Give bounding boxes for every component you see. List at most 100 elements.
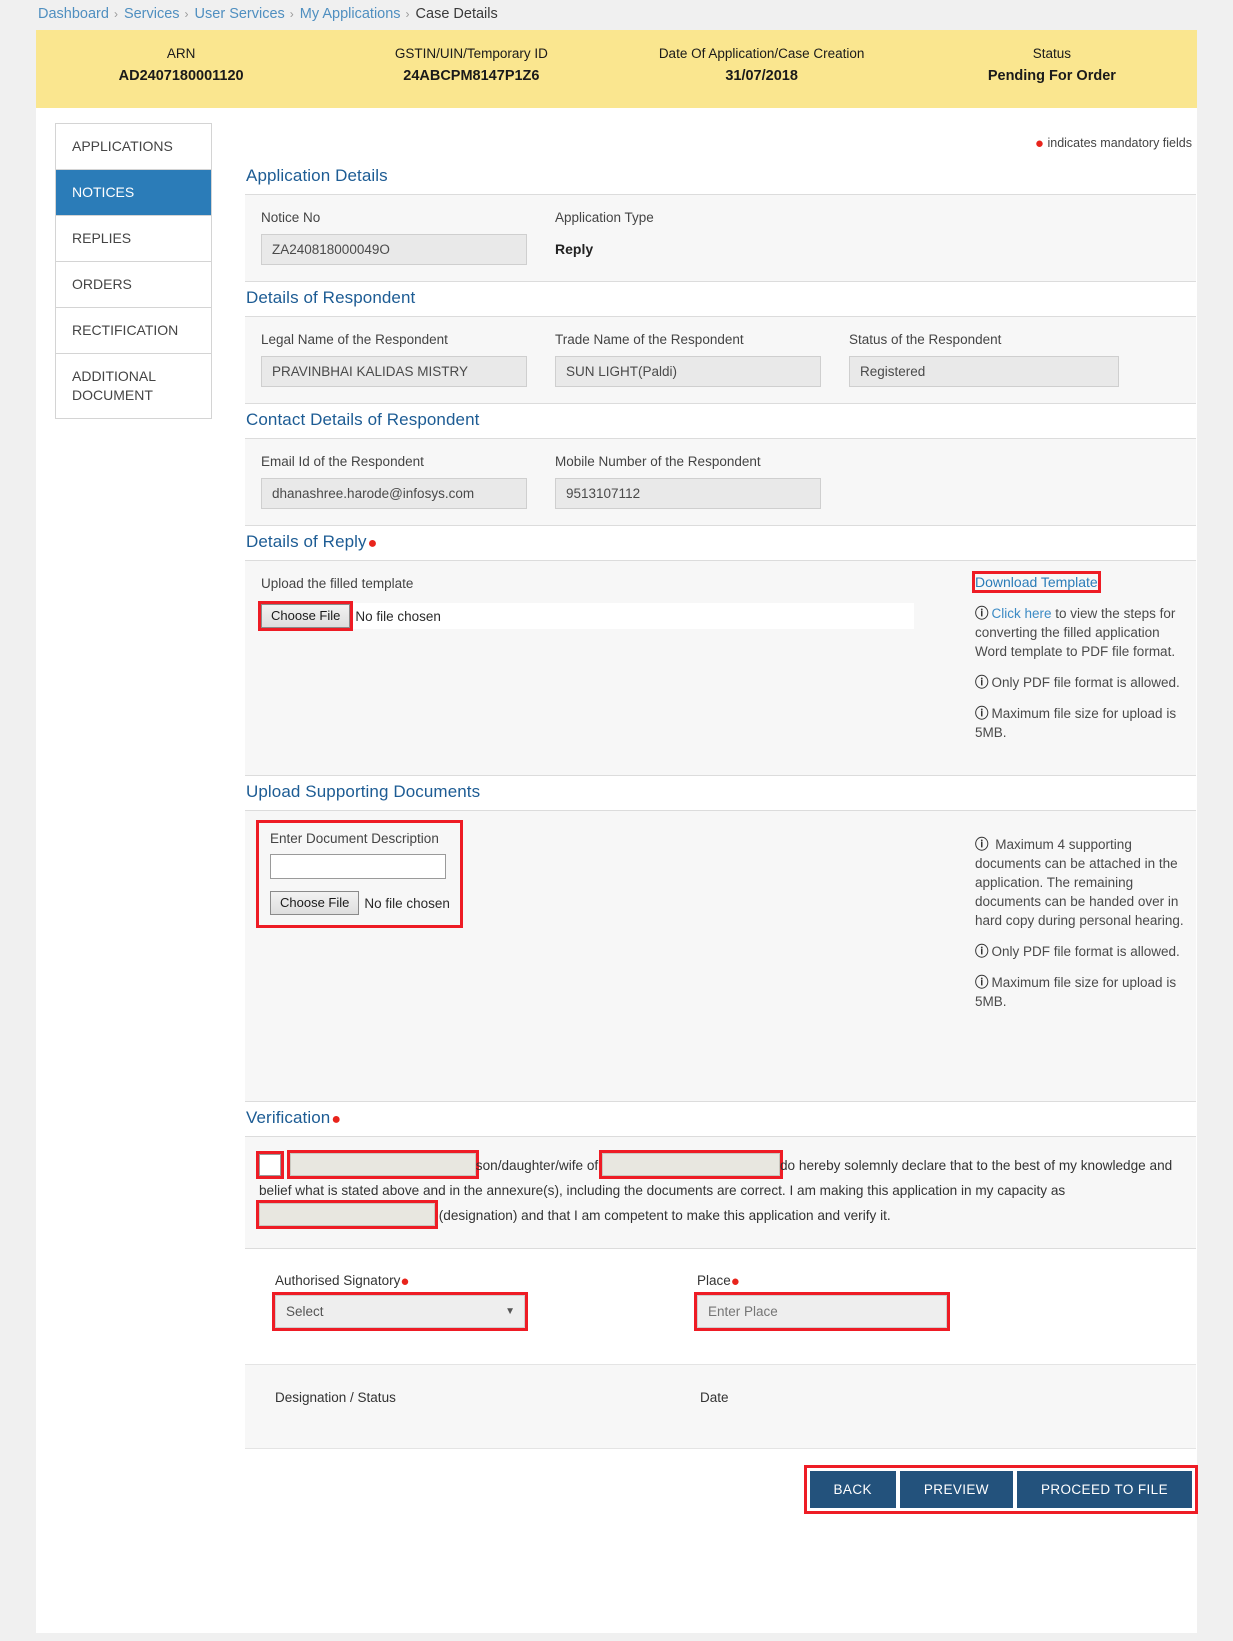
label-notice-no: Notice No [261,209,527,227]
place-input[interactable] [697,1295,947,1328]
breadcrumb-separator: › [185,7,189,21]
mandatory-dot-icon: ● [400,1273,409,1290]
field-notice-no: Notice No ZA240818000049O [261,209,527,265]
verification-relation-input[interactable] [602,1153,780,1176]
click-here-link[interactable]: Click here [992,606,1052,621]
value-legal-name: PRAVINBHAI KALIDAS MISTRY [261,356,527,387]
action-buttons-group: BACK PREVIEW PROCEED TO FILE [807,1468,1195,1511]
verification-part4: (designation) and that I am competent to… [439,1208,891,1223]
label-upload-template: Upload the filled template [261,575,963,593]
section-title-supporting-documents: Upload Supporting Documents [245,776,1196,810]
supporting-file-input-row[interactable]: Choose File No file chosen [270,891,450,915]
summary-value-gstin: 24ABCPM8147P1Z6 [326,66,616,86]
preview-button[interactable]: PREVIEW [900,1471,1013,1508]
info-icon: ⓘ [975,837,989,852]
supporting-info-max-docs-text: Maximum 4 supporting documents can be at… [975,837,1184,928]
breadcrumb-item-dashboard[interactable]: Dashboard [38,6,109,22]
sidebar-item-replies[interactable]: REPLIES [56,216,211,262]
info-icon: ⓘ [975,975,989,990]
sidebar-item-applications[interactable]: APPLICATIONS [56,124,211,170]
document-description-input[interactable] [270,854,446,879]
verification-checkbox[interactable] [259,1154,281,1176]
document-description-block: Enter Document Description Choose File N… [259,823,460,925]
reply-info-max-size-text: Maximum file size for upload is 5MB. [975,706,1176,740]
verification-designation-input[interactable] [259,1203,435,1226]
value-mobile: 9513107112 [555,478,821,509]
reply-file-input-row[interactable]: Choose File No file chosen [261,603,914,629]
label-place: Place● [697,1273,947,1288]
field-legal-name: Legal Name of the Respondent PRAVINBHAI … [261,331,527,387]
proceed-to-file-button[interactable]: PROCEED TO FILE [1017,1471,1192,1508]
section-title-contact: Contact Details of Respondent [245,404,1196,438]
section-title-details-of-reply: Details of Reply● [245,526,1196,560]
summary-cell-gstin: GSTIN/UIN/Temporary ID 24ABCPM8147P1Z6 [326,44,616,86]
summary-value-status: Pending For Order [907,66,1197,86]
field-respondent-status: Status of the Respondent Registered [849,331,1119,387]
panel-details-of-reply: Upload the filled template Choose File N… [245,560,1196,776]
mandatory-note-text: indicates mandatory fields [1047,136,1192,150]
sidebar-item-rectification[interactable]: RECTIFICATION [56,308,211,354]
panel-designation-date: Designation / Status Date [245,1364,1196,1449]
mandatory-dot-icon: ● [731,1273,740,1290]
case-details-page: Dashboard › Services › User Services › My Appl… [0,0,1233,1641]
section-title-text-reply: Details of Reply [246,532,367,551]
breadcrumb-separator: › [290,7,294,21]
label-respondent-status: Status of the Respondent [849,331,1119,349]
supporting-choose-file-button[interactable]: Choose File [270,891,359,915]
breadcrumb-separator: › [406,7,410,21]
authorised-signatory-select[interactable]: Select ▼ [275,1295,525,1328]
summary-label-date: Date Of Application/Case Creation [617,44,907,64]
summary-label-gstin: GSTIN/UIN/Temporary ID [326,44,616,64]
panel-contact: Email Id of the Respondent dhanashree.ha… [245,438,1196,526]
case-summary-band: ARN AD2407180001120 GSTIN/UIN/Temporary … [36,30,1197,108]
supporting-info-right: ⓘ Maximum 4 supporting documents can be … [963,811,1196,1101]
summary-cell-arn: ARN AD2407180001120 [36,44,326,86]
breadcrumb-item-services[interactable]: Services [124,6,180,22]
back-button[interactable]: BACK [810,1471,896,1508]
reply-choose-file-button[interactable]: Choose File [261,604,350,628]
panel-respondent: Legal Name of the Respondent PRAVINBHAI … [245,316,1196,404]
supporting-file-name-text: No file chosen [364,896,450,911]
panel-supporting-documents: Enter Document Description Choose File N… [245,810,1196,1102]
value-application-type: Reply [555,234,654,265]
reply-file-name-text: No file chosen [355,609,441,624]
summary-value-arn: AD2407180001120 [36,66,326,86]
mandatory-dot-icon: ● [331,1111,341,1128]
supporting-info-max-docs: ⓘ Maximum 4 supporting documents can be … [975,835,1188,930]
sidebar-item-notices[interactable]: NOTICES [56,170,211,216]
field-email: Email Id of the Respondent dhanashree.ha… [261,453,527,509]
supporting-info-max-size-text: Maximum file size for upload is 5MB. [975,975,1176,1009]
section-title-text-verification: Verification [246,1108,330,1127]
info-icon: ⓘ [975,944,989,959]
breadcrumb-item-user-services[interactable]: User Services [195,6,285,22]
main-form: ● indicates mandatory fields Application… [245,108,1196,1511]
field-place: Place● [697,1273,947,1328]
label-application-type: Application Type [555,209,654,227]
mandatory-dot-icon: ● [1035,135,1044,152]
value-respondent-status: Registered [849,356,1119,387]
panel-verification: Ison/daughter/wife of do hereby solemnly… [245,1136,1196,1249]
field-application-type: Application Type Reply [555,209,654,265]
value-notice-no: ZA240818000049O [261,234,527,265]
field-trade-name: Trade Name of the Respondent SUN LIGHT(P… [555,331,821,387]
label-document-description: Enter Document Description [270,831,450,846]
reply-info-pdf-only-text: Only PDF file format is allowed. [992,675,1180,690]
supporting-info-max-size: ⓘMaximum file size for upload is 5MB. [975,973,1188,1011]
panel-application-details: Notice No ZA240818000049O Application Ty… [245,194,1196,282]
reply-info-click-here: ⓘClick here to view the steps for conver… [975,604,1188,661]
sidebar-item-additional-document[interactable]: ADDITIONAL DOCUMENT [56,354,211,418]
verification-name-input[interactable] [290,1153,476,1176]
value-trade-name: SUN LIGHT(Paldi) [555,356,821,387]
section-title-respondent: Details of Respondent [245,282,1196,316]
supporting-info-pdf-only-text: Only PDF file format is allowed. [992,944,1180,959]
download-template-link[interactable]: Download Template [975,574,1098,590]
label-place-text: Place [697,1273,731,1288]
breadcrumb: Dashboard › Services › User Services › My Appl… [0,0,1233,30]
breadcrumb-item-my-applications[interactable]: My Applications [300,6,401,22]
field-mobile: Mobile Number of the Respondent 95131071… [555,453,821,509]
signatory-row: Authorised Signatory● Select ▼ Place● [245,1249,1196,1328]
sidebar-item-orders[interactable]: ORDERS [56,262,211,308]
label-legal-name: Legal Name of the Respondent [261,331,527,349]
label-authorised-signatory-text: Authorised Signatory [275,1273,400,1288]
actions-wrap: BACK PREVIEW PROCEED TO FILE [245,1449,1196,1511]
